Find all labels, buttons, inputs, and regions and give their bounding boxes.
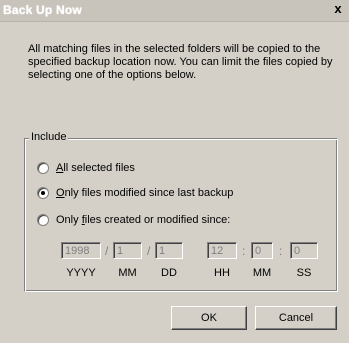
radio-modified-since-last-backup[interactable]: Only files modified since last backup [37,186,233,200]
radio-button[interactable] [37,162,49,174]
year-field[interactable]: 1998 [61,242,101,259]
hour-field[interactable]: 12 [207,242,237,259]
title-bar: Back Up Now x [0,0,349,22]
cancel-button[interactable]: Cancel [255,306,337,330]
unit-label-minute: MM [252,267,272,279]
radio-label: Only files created or modified since: [56,214,231,226]
radio-created-or-modified-since[interactable]: Only files created or modified since: [37,213,230,227]
time-separator: : [242,244,246,258]
radio-all-selected-files[interactable]: All selected files [37,161,135,175]
unit-label-hour: HH [214,267,230,279]
description-text: All matching files in the selected folde… [28,43,333,81]
include-legend: Include [29,131,69,143]
date-separator: / [105,244,109,258]
second-field[interactable]: 0 [290,242,318,259]
month-field[interactable]: 1 [113,242,142,259]
close-icon[interactable]: x [331,1,345,17]
day-field[interactable]: 1 [155,242,183,259]
radio-button-selected[interactable] [37,187,49,199]
unit-label-year: YYYY [66,267,96,279]
date-separator: / [147,244,151,258]
minute-field[interactable]: 0 [251,242,273,259]
radio-label: Only files modified since last backup [56,187,234,199]
window-title: Back Up Now [3,3,82,17]
unit-label-second: SS [296,267,312,279]
time-separator: : [279,244,283,258]
unit-label-month: MM [118,267,137,279]
unit-label-day: DD [161,267,177,279]
ok-button[interactable]: OK [171,306,247,330]
radio-button[interactable] [37,214,49,226]
radio-label: All selected files [56,162,135,174]
